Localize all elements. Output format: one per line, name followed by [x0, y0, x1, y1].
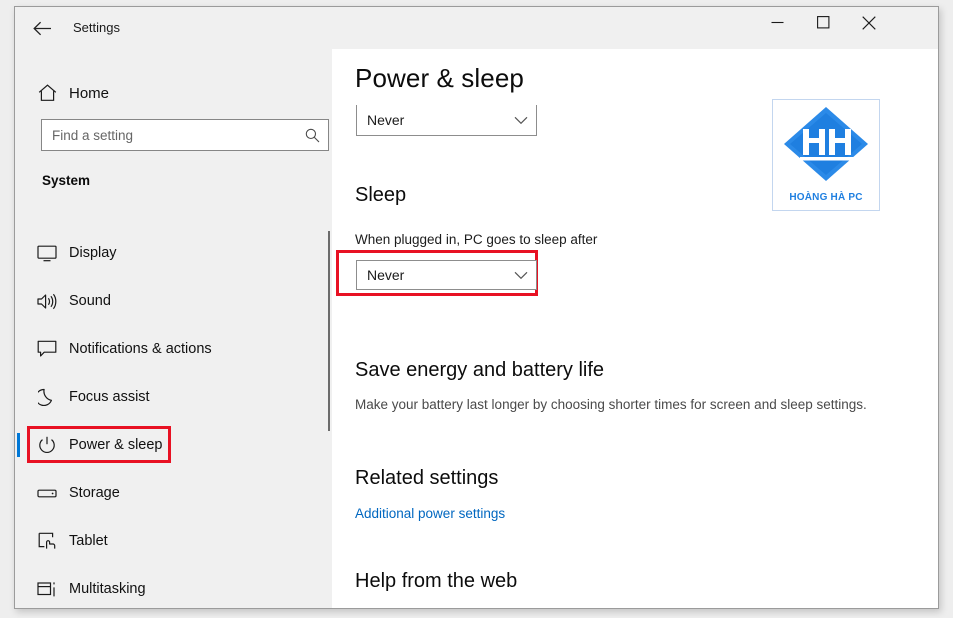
- sleep-description: When plugged in, PC goes to sleep after: [355, 232, 597, 247]
- hoang-ha-pc-diamond-icon: [773, 102, 879, 184]
- nav-scrollbar-thumb[interactable]: [328, 231, 330, 431]
- search-icon[interactable]: [296, 128, 328, 143]
- search-box[interactable]: [41, 119, 329, 151]
- sidebar-item-sound[interactable]: Sound: [15, 277, 332, 325]
- page-title: Power & sleep: [355, 63, 524, 94]
- hoang-ha-pc-logo-caption: HOÀNG HÀ PC: [773, 192, 879, 203]
- screen-timeout-dropdown[interactable]: Never: [356, 105, 537, 136]
- related-settings-heading: Related settings: [355, 467, 498, 490]
- maximize-icon: [817, 16, 830, 29]
- close-icon: [862, 16, 876, 30]
- selection-indicator: [17, 433, 20, 457]
- save-energy-heading: Save energy and battery life: [355, 359, 604, 382]
- sidebar-item-notifications-actions[interactable]: Notifications & actions: [15, 325, 332, 373]
- sidebar-item-label: Storage: [69, 485, 120, 501]
- sidebar-item-display[interactable]: Display: [15, 229, 332, 277]
- sleep-timeout-dropdown[interactable]: Never: [356, 260, 537, 290]
- drive-icon: [25, 487, 69, 500]
- sidebar-item-label: Tablet: [69, 533, 108, 549]
- chevron-down-icon: [506, 271, 536, 280]
- sidebar-item-home[interactable]: Home: [15, 73, 315, 113]
- tablet-hand-icon: [25, 532, 69, 550]
- speaker-icon: [25, 293, 69, 310]
- multitasking-icon: [25, 581, 69, 598]
- back-arrow-icon: [33, 21, 52, 36]
- search-input[interactable]: [42, 120, 296, 150]
- additional-power-settings-link[interactable]: Additional power settings: [355, 506, 505, 521]
- settings-window: Settings: [14, 6, 939, 609]
- nav-list: Display Sound Notifications & actions Focus…: [15, 229, 332, 609]
- sidebar-item-label: Power & sleep: [69, 437, 163, 453]
- minimize-button[interactable]: [754, 7, 800, 38]
- maximize-button[interactable]: [800, 7, 846, 38]
- nav-group-header: System: [42, 173, 90, 188]
- sleep-timeout-value: Never: [357, 267, 506, 283]
- sidebar-item-label: Focus assist: [69, 389, 150, 405]
- sidebar-item-label: Multitasking: [69, 581, 146, 597]
- power-icon: [25, 436, 69, 454]
- sidebar-item-tablet[interactable]: Tablet: [15, 517, 332, 565]
- screen-timeout-value: Never: [357, 112, 506, 128]
- sidebar-item-home-label: Home: [69, 85, 109, 102]
- content-pane: Power & sleep Never Sleep When plugged i…: [332, 49, 938, 608]
- sidebar-item-label: Sound: [69, 293, 111, 309]
- sidebar-item-multitasking[interactable]: Multitasking: [15, 565, 332, 609]
- moon-icon: [25, 388, 69, 406]
- navigation-pane: Home System Display Sound Notifications & …: [15, 49, 332, 609]
- help-from-web-heading: Help from the web: [355, 570, 517, 593]
- sidebar-item-focus-assist[interactable]: Focus assist: [15, 373, 332, 421]
- title-bar[interactable]: Settings: [15, 7, 938, 49]
- sidebar-item-label: Display: [69, 245, 117, 261]
- window-title: Settings: [73, 7, 120, 49]
- sleep-section-heading: Sleep: [355, 184, 406, 207]
- sidebar-item-storage[interactable]: Storage: [15, 469, 332, 517]
- desktop-background: Settings: [0, 0, 953, 618]
- sidebar-item-label: Notifications & actions: [69, 341, 212, 357]
- chevron-down-icon: [506, 116, 536, 125]
- monitor-icon: [25, 245, 69, 262]
- sidebar-item-power-sleep[interactable]: Power & sleep: [15, 421, 332, 469]
- save-energy-description: Make your battery last longer by choosin…: [355, 397, 867, 412]
- chat-bubble-icon: [25, 340, 69, 358]
- hoang-ha-pc-logo: HOÀNG HÀ PC: [772, 99, 880, 211]
- back-button[interactable]: [23, 11, 61, 45]
- close-button[interactable]: [846, 7, 892, 38]
- home-icon: [25, 84, 69, 102]
- minimize-icon: [771, 17, 784, 28]
